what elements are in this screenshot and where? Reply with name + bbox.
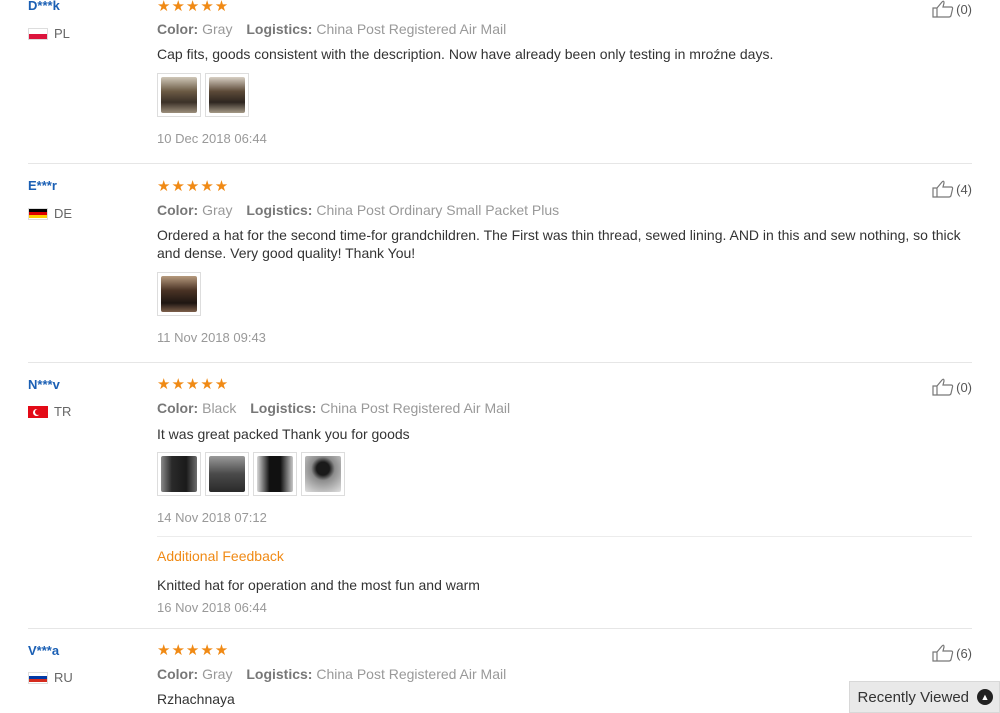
logistics-label: Logistics: bbox=[246, 21, 313, 37]
country-code: TR bbox=[54, 404, 72, 419]
additional-feedback-divider bbox=[157, 536, 972, 537]
review-photos bbox=[157, 452, 345, 496]
rating-stars: ★★★★★ bbox=[157, 376, 230, 393]
reviewer-name[interactable]: V***a bbox=[28, 643, 59, 658]
helpful-count: (6) bbox=[956, 645, 972, 661]
review-text: Ordered a hat for the second time-for gr… bbox=[157, 227, 961, 261]
thumbs-up-icon bbox=[932, 0, 954, 18]
country-code: DE bbox=[54, 206, 73, 221]
color-label: Color: bbox=[157, 202, 199, 218]
rating-stars: ★★★★★ bbox=[157, 178, 230, 195]
review-date: 14 Nov 2018 07:12 bbox=[157, 510, 267, 525]
review-divider bbox=[28, 362, 972, 363]
helpful-button[interactable]: (6) bbox=[932, 644, 972, 662]
reviewer-country: PL bbox=[28, 26, 70, 41]
additional-feedback-date: 16 Nov 2018 06:44 bbox=[157, 600, 267, 615]
color-label: Color: bbox=[157, 400, 199, 416]
review-meta: Color: Gray Logistics: China Post Regist… bbox=[157, 21, 506, 37]
country-code: PL bbox=[54, 26, 70, 41]
review-photos bbox=[157, 73, 249, 117]
logistics-value: China Post Registered Air Mail bbox=[320, 400, 511, 416]
review-photo-thumbnail[interactable] bbox=[157, 272, 201, 316]
color-value: Black bbox=[202, 400, 237, 416]
review-photo-thumbnail[interactable] bbox=[157, 452, 201, 496]
review-photos bbox=[157, 272, 201, 316]
helpful-count: (0) bbox=[956, 1, 972, 17]
helpful-button[interactable]: (0) bbox=[932, 378, 972, 396]
reviewer-name[interactable]: D***k bbox=[28, 0, 60, 13]
color-value: Gray bbox=[202, 202, 233, 218]
additional-feedback-text: Knitted hat for operation and the most f… bbox=[157, 577, 480, 593]
chevron-up-circle-icon: ▲ bbox=[977, 689, 993, 705]
review-meta: Color: Gray Logistics: China Post Ordina… bbox=[157, 202, 559, 218]
logistics-value: China Post Ordinary Small Packet Plus bbox=[316, 202, 560, 218]
flag-de-icon bbox=[28, 207, 48, 220]
thumbs-up-icon bbox=[932, 644, 954, 662]
color-value: Gray bbox=[202, 21, 233, 37]
review-divider bbox=[28, 163, 972, 164]
color-label: Color: bbox=[157, 21, 199, 37]
review-date: 10 Dec 2018 06:44 bbox=[157, 131, 267, 146]
helpful-button[interactable]: (4) bbox=[932, 180, 972, 198]
logistics-value: China Post Registered Air Mail bbox=[316, 21, 507, 37]
review-divider bbox=[28, 628, 972, 629]
rating-stars: ★★★★★ bbox=[157, 642, 230, 659]
review-photo-thumbnail[interactable] bbox=[301, 452, 345, 496]
logistics-value: China Post Registered Air Mail bbox=[316, 666, 507, 682]
review-text: It was great packed Thank you for goods bbox=[157, 426, 410, 442]
thumbs-up-icon bbox=[932, 180, 954, 198]
logistics-label: Logistics: bbox=[250, 400, 317, 416]
flag-ru-icon bbox=[28, 671, 48, 684]
helpful-button[interactable]: (0) bbox=[932, 0, 972, 18]
review-photo-thumbnail[interactable] bbox=[205, 452, 249, 496]
flag-pl-icon bbox=[28, 27, 48, 40]
helpful-count: (0) bbox=[956, 379, 972, 395]
review-photo-thumbnail[interactable] bbox=[157, 73, 201, 117]
review-photo-thumbnail[interactable] bbox=[205, 73, 249, 117]
country-code: RU bbox=[54, 670, 73, 685]
color-label: Color: bbox=[157, 666, 199, 682]
reviewer-country: TR bbox=[28, 404, 71, 419]
thumbs-up-icon bbox=[932, 378, 954, 396]
reviewer-country: DE bbox=[28, 206, 72, 221]
logistics-label: Logistics: bbox=[246, 202, 313, 218]
recently-viewed-label: Recently Viewed bbox=[857, 688, 969, 706]
review-date: 11 Nov 2018 09:43 bbox=[157, 330, 266, 345]
review-text: Cap fits, goods consistent with the desc… bbox=[157, 46, 774, 62]
flag-tr-icon bbox=[28, 405, 48, 418]
reviewer-name[interactable]: E***r bbox=[28, 178, 57, 193]
review-meta: Color: Gray Logistics: China Post Regist… bbox=[157, 666, 506, 682]
reviewer-country: RU bbox=[28, 670, 73, 685]
helpful-count: (4) bbox=[956, 181, 972, 197]
additional-feedback-heading: Additional Feedback bbox=[157, 548, 284, 564]
recently-viewed-tab[interactable]: Recently Viewed ▲ bbox=[849, 681, 1000, 713]
reviewer-name[interactable]: N***v bbox=[28, 377, 60, 392]
logistics-label: Logistics: bbox=[246, 666, 313, 682]
color-value: Gray bbox=[202, 666, 233, 682]
rating-stars: ★★★★★ bbox=[157, 0, 230, 15]
review-meta: Color: Black Logistics: China Post Regis… bbox=[157, 400, 510, 416]
review-photo-thumbnail[interactable] bbox=[253, 452, 297, 496]
